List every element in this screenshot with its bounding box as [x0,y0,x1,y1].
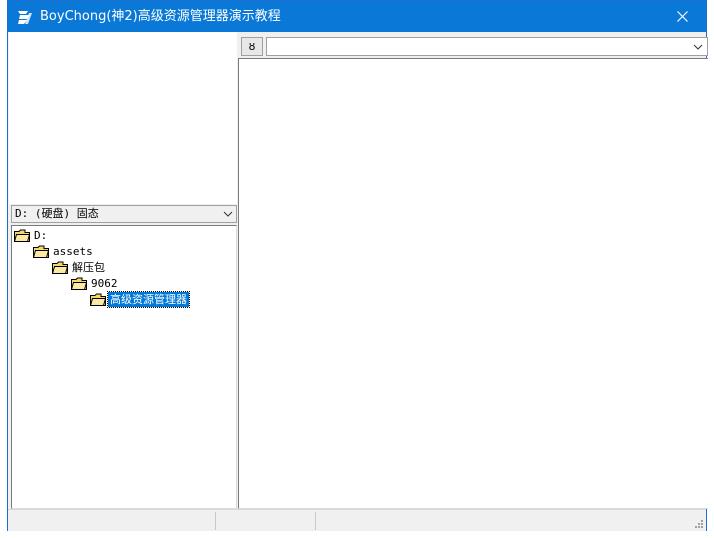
tree-node-label: 高级资源管理器 [107,291,190,308]
folder-open-icon [71,277,87,290]
status-separator [315,512,316,530]
tree-node-jieyabao[interactable]: 解压包 [52,260,107,275]
close-icon [677,11,688,22]
folder-tree[interactable]: D: assets 解压包 9062 高级资源管理器 [11,225,237,509]
status-bar [8,509,706,531]
tree-node-label: 9062 [91,277,118,290]
chevron-down-icon[interactable] [223,209,233,219]
tree-node-d-drive[interactable]: D: [14,228,49,243]
drive-select[interactable]: D: (硬盘) 固态 [11,205,237,223]
sort-icon: ȣ [248,40,256,53]
app-window: BoyChong(神2)高级资源管理器演示教程 D: (硬盘) 固态 D: as… [7,0,708,531]
tree-node-9062[interactable]: 9062 [71,276,120,291]
window-title: BoyChong(神2)高级资源管理器演示教程 [40,9,281,24]
sort-button[interactable]: ȣ [241,37,263,56]
tree-node-label: D: [34,229,48,242]
chevron-down-icon[interactable] [693,42,703,52]
path-combo[interactable] [266,37,708,56]
app-icon [18,11,32,24]
resize-grip-icon[interactable] [694,519,704,529]
tree-node-label: assets [53,245,93,258]
folder-open-icon [14,229,30,242]
tree-node-label: 解压包 [72,261,105,274]
folder-open-icon [52,261,68,274]
file-list[interactable] [238,58,708,509]
left-top-panel [9,32,237,204]
folder-open-icon [33,245,49,258]
folder-open-icon [90,293,106,306]
tree-node-assets[interactable]: assets [33,244,95,259]
title-bar[interactable]: BoyChong(神2)高级资源管理器演示教程 [8,1,706,32]
drive-select-value: D: (硬盘) 固态 [15,207,99,220]
close-button[interactable] [660,1,706,32]
tree-node-explorer-selected[interactable]: 高级资源管理器 [90,291,190,308]
status-separator [215,512,216,530]
